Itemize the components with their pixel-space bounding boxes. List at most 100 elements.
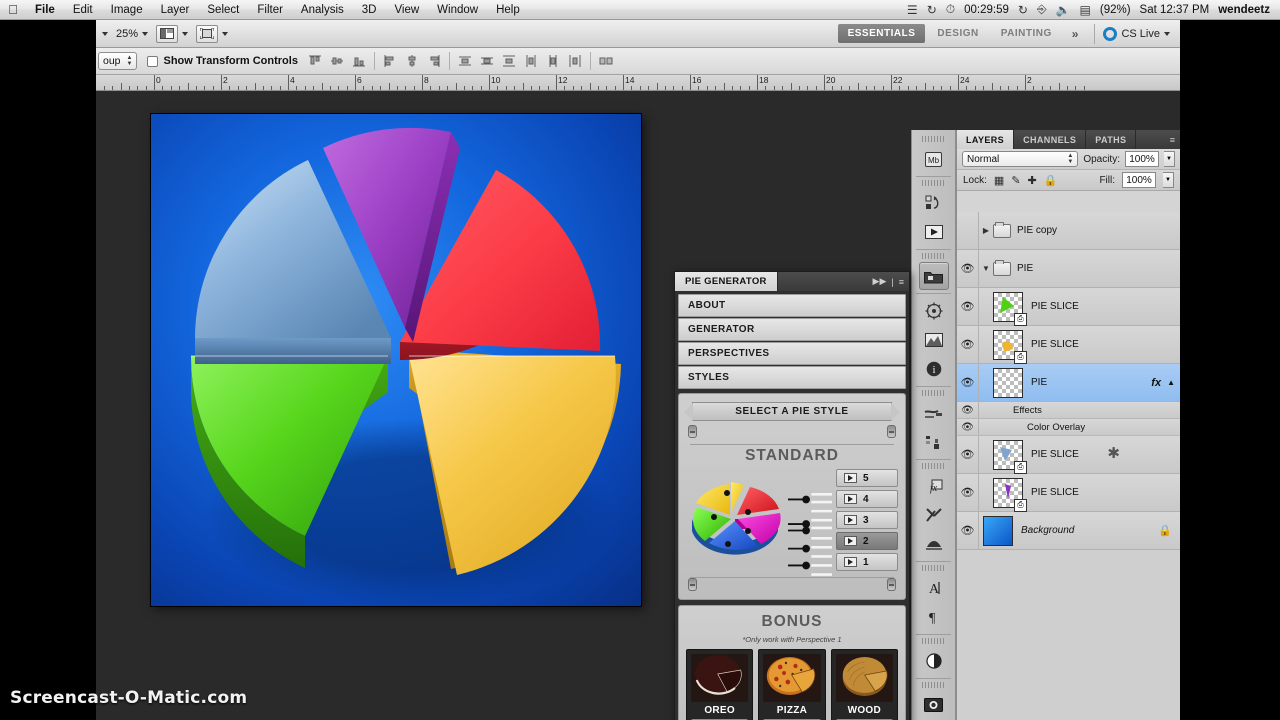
navigator-icon[interactable]	[919, 297, 949, 325]
layer-row-background[interactable]: 👁 Background 🔒	[957, 512, 1180, 550]
link-mask-icon[interactable]: ⎙	[1014, 312, 1027, 326]
lock-all-icon[interactable]: 🔒	[1044, 174, 1058, 187]
distribute-vertical-centers-icon[interactable]	[480, 54, 494, 68]
panel-grip[interactable]	[922, 253, 945, 259]
history-icon[interactable]	[919, 189, 949, 217]
accordion-styles[interactable]: STYLES	[678, 366, 906, 389]
layer-thumbnail[interactable]: ⎙	[993, 439, 1027, 474]
distribute-top-icon[interactable]	[458, 54, 472, 68]
distribute-bottom-icon[interactable]	[502, 54, 516, 68]
layer-row-pie-slice-yellow[interactable]: 👁 ⎙ PIE SLICE	[957, 326, 1180, 364]
auto-select-dropdown[interactable]: oup ▲ ▼	[98, 52, 138, 70]
blend-mode-dropdown[interactable]: Normal ▲ ▼	[962, 151, 1079, 167]
align-right-edges-icon[interactable]	[427, 54, 441, 68]
color-wheel-icon[interactable]	[919, 647, 949, 675]
visibility-toggle-icon[interactable]: 👁	[957, 402, 979, 418]
pie-generator-panel[interactable]: PIE GENERATOR ▶▶ | ≡ ABOUT GENERATOR PER…	[674, 271, 910, 720]
tab-channels[interactable]: CHANNELS	[1014, 130, 1087, 149]
screen-mode-button[interactable]	[196, 24, 229, 43]
info-icon[interactable]: i	[919, 355, 949, 383]
accordion-about[interactable]: ABOUT	[678, 294, 906, 317]
document-canvas[interactable]	[151, 114, 641, 606]
apple-menu-icon[interactable]: 	[0, 2, 26, 17]
zoom-level-control[interactable]: 25%	[116, 28, 149, 40]
clock[interactable]: Sat 12:37 PM	[1140, 4, 1210, 16]
opacity-slider-arrow[interactable]: ▼	[1164, 151, 1175, 167]
mask-icon[interactable]	[919, 530, 949, 558]
menu-item-image[interactable]: Image	[102, 0, 152, 20]
menu-item-edit[interactable]: Edit	[64, 0, 102, 20]
layer-row-pie-group[interactable]: 👁 ▼ PIE	[957, 250, 1180, 288]
tab-paths[interactable]: PATHS	[1086, 130, 1137, 149]
menu-item-help[interactable]: Help	[487, 0, 529, 20]
opacity-value[interactable]: 100%	[1125, 151, 1159, 167]
layer-effect-color-overlay-row[interactable]: 👁 Color Overlay	[957, 419, 1180, 436]
horizontal-ruler[interactable]: 0 2 4 6 8 10 12 14 16 18 20 22 24 2	[96, 75, 1180, 91]
visibility-toggle-icon[interactable]: 👁	[957, 250, 979, 287]
fill-value[interactable]: 100%	[1122, 172, 1156, 188]
mini-bridge-icon[interactable]: Mb	[919, 145, 949, 173]
panel-grip[interactable]	[922, 390, 945, 396]
align-horizontal-centers-icon[interactable]	[405, 54, 419, 68]
distribute-right-icon[interactable]	[568, 54, 582, 68]
panel-menu-icon[interactable]: ≡	[1170, 135, 1175, 145]
styles-fx-icon[interactable]: fx	[919, 472, 949, 500]
layer-row-pie-slice-green[interactable]: 👁 ⎙ PIE SLICE	[957, 288, 1180, 326]
align-top-edges-icon[interactable]	[308, 54, 322, 68]
volume-icon[interactable]: 🔈	[1056, 3, 1071, 17]
link-mask-icon[interactable]: ⎙	[1014, 350, 1027, 364]
pie-style-button-2[interactable]: 2	[836, 532, 898, 550]
layer-thumbnail[interactable]	[993, 367, 1023, 398]
layer-thumbnail[interactable]	[983, 515, 1013, 546]
panel-grip[interactable]	[922, 463, 945, 469]
panel-grip[interactable]	[922, 136, 945, 142]
camera-icon[interactable]	[919, 691, 949, 719]
visibility-toggle-icon[interactable]: 👁	[957, 326, 979, 363]
lock-transparent-pixels-icon[interactable]: ▦	[994, 174, 1004, 187]
workspace-tab-painting[interactable]: PAINTING	[991, 24, 1062, 43]
workspace-tab-essentials[interactable]: ESSENTIALS	[837, 24, 926, 43]
user-menu[interactable]: wendeetz	[1218, 4, 1272, 16]
workspace-more-button[interactable]: »	[1064, 27, 1087, 41]
menu-item-select[interactable]: Select	[198, 0, 248, 20]
fill-slider-arrow[interactable]: ▼	[1163, 172, 1174, 188]
layers-list[interactable]: ▶ PIE copy 👁 ▼ PIE 👁 ⎙ PIE SLICE 👁 ⎙ PIE…	[957, 212, 1180, 720]
workspace-tab-design[interactable]: DESIGN	[927, 24, 988, 43]
menu-extra-bars-icon[interactable]: ☰	[907, 3, 918, 17]
pie-style-button-1[interactable]: 1	[836, 553, 898, 571]
visibility-toggle-icon[interactable]: 👁	[957, 288, 979, 325]
paragraph-icon[interactable]: ¶	[919, 603, 949, 631]
align-vertical-centers-icon[interactable]	[330, 54, 344, 68]
layer-row-pie-slice-purple[interactable]: 👁 ⎙ PIE SLICE	[957, 474, 1180, 512]
visibility-toggle-icon[interactable]: 👁	[957, 364, 979, 401]
accordion-perspectives[interactable]: PERSPECTIVES	[678, 342, 906, 365]
menu-item-file[interactable]: File	[26, 0, 64, 20]
align-bottom-edges-icon[interactable]	[352, 54, 366, 68]
link-mask-icon[interactable]: ⎙	[1014, 460, 1027, 474]
layers-panel[interactable]: LAYERS CHANNELS PATHS ≡ Normal ▲ ▼ Opacit…	[956, 130, 1180, 720]
battery-icon[interactable]: ▤	[1080, 3, 1091, 17]
chevron-right-icon[interactable]: ▶	[979, 226, 993, 235]
layer-row-pie-copy[interactable]: ▶ PIE copy	[957, 212, 1180, 250]
collapse-icon[interactable]: ▶▶	[873, 276, 887, 287]
accordion-generator[interactable]: GENERATOR	[678, 318, 906, 341]
menu-item-view[interactable]: View	[385, 0, 428, 20]
layer-effects-fx-icon[interactable]: fx	[1151, 377, 1167, 389]
align-left-edges-icon[interactable]	[383, 54, 397, 68]
visibility-toggle-icon[interactable]: 👁	[957, 419, 979, 435]
arrange-documents-button[interactable]	[156, 24, 189, 43]
tool-preset-icon[interactable]	[919, 501, 949, 529]
bonus-card-oreo[interactable]: OREO O...	[686, 649, 754, 720]
brush-preset-icon[interactable]	[919, 399, 949, 427]
bonus-card-wood[interactable]: WOOD W...	[830, 649, 898, 720]
bluetooth-icon[interactable]: ⎆	[1037, 2, 1047, 17]
tab-layers[interactable]: LAYERS	[957, 130, 1015, 149]
menu-item-analysis[interactable]: Analysis	[292, 0, 353, 20]
visibility-toggle-icon[interactable]: 👁	[957, 512, 979, 549]
layer-thumbnail[interactable]: ⎙	[993, 477, 1027, 512]
chevron-down-icon[interactable]: ▼	[979, 264, 993, 273]
lock-image-pixels-icon[interactable]: ✎	[1011, 174, 1020, 187]
panel-grip[interactable]	[922, 638, 945, 644]
menu-item-3d[interactable]: 3D	[353, 0, 386, 20]
histogram-icon[interactable]	[919, 326, 949, 354]
